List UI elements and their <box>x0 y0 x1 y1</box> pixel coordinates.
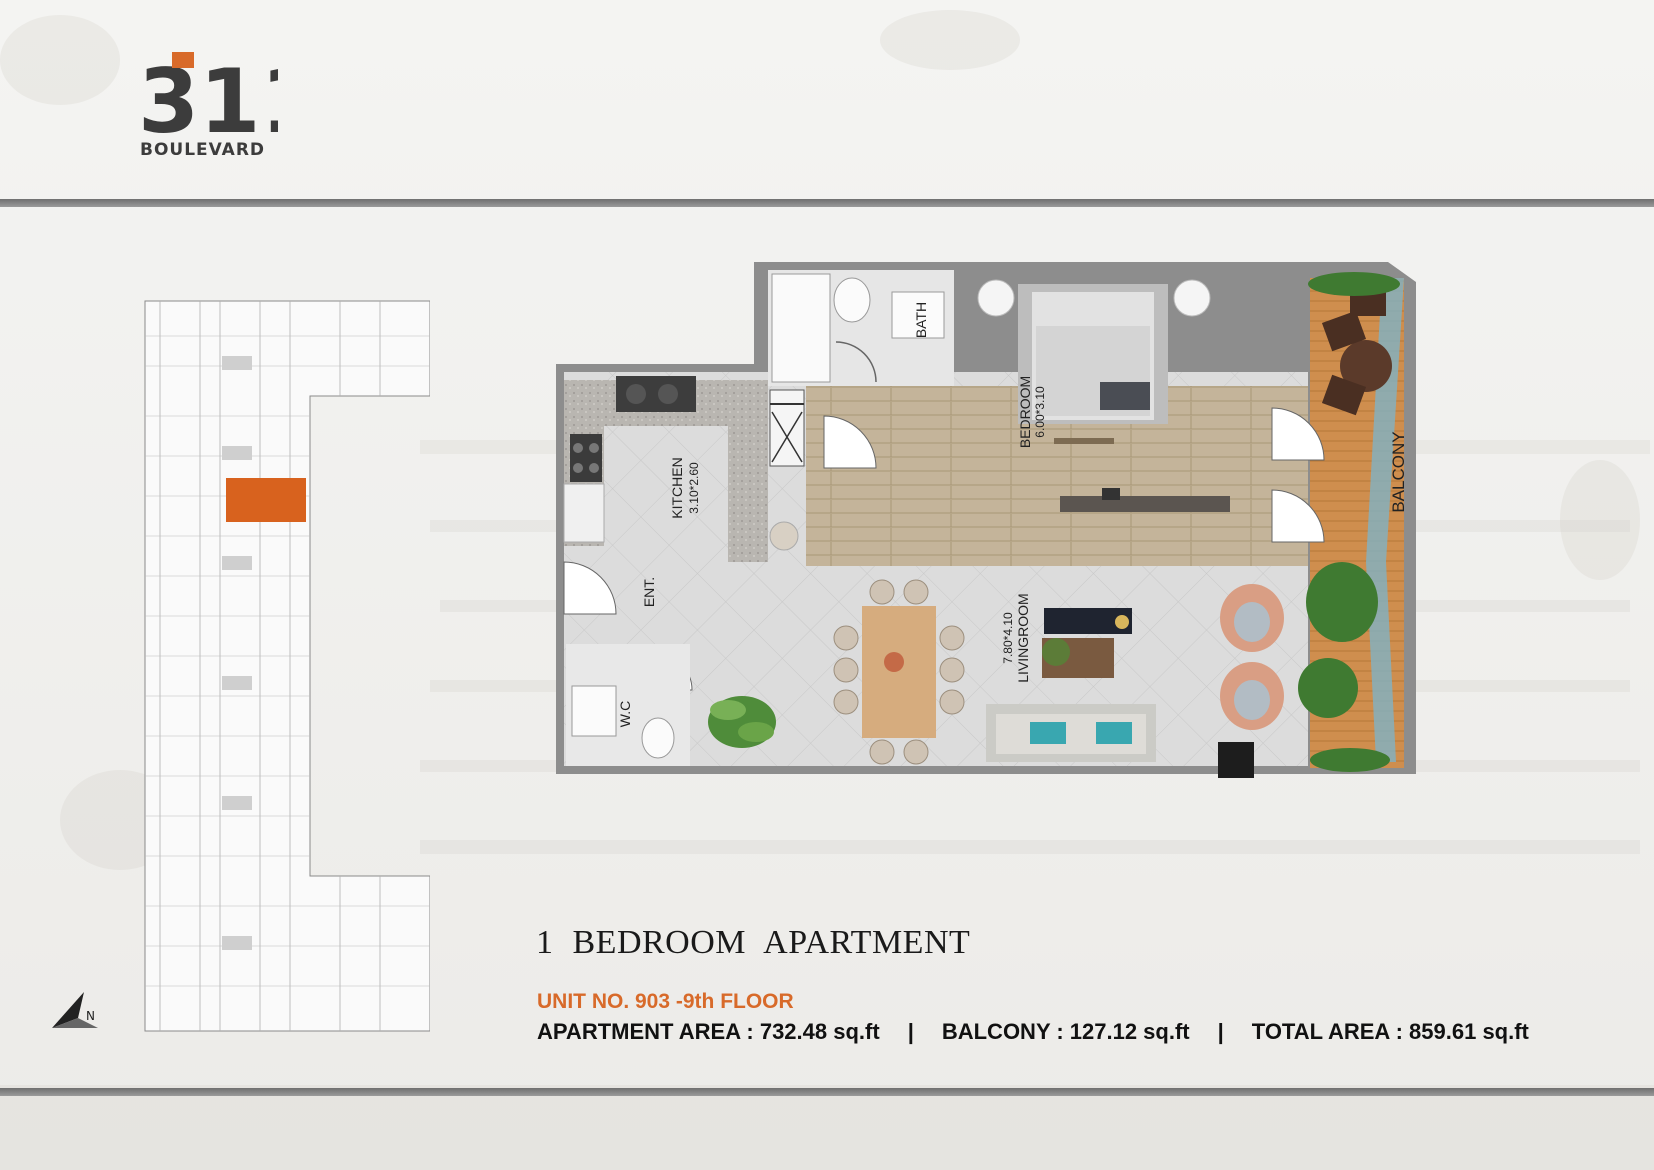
floor-plan: BATH BEDROOM 6.00*3.10 KITCHEN 3.10*2.60… <box>556 262 1416 778</box>
bath-label: BATH <box>913 302 929 338</box>
area-summary: APARTMENT AREA : 732.48 sq.ft | BALCONY : … <box>537 1019 1529 1045</box>
separator: | <box>1217 1019 1224 1044</box>
bedroom-label: BEDROOM <box>1017 376 1033 448</box>
kitchen-size: 3.10*2.60 <box>687 462 701 514</box>
building-key-plan <box>144 300 430 1032</box>
north-arrow-icon: N <box>52 992 98 1028</box>
unit-number: UNIT NO. 903 -9th FLOOR <box>537 990 794 1013</box>
entrance-label: ENT. <box>641 577 657 607</box>
apartment-title: 1 BEDROOM APARTMENT <box>536 924 971 961</box>
bedroom-size: 6.00*3.10 <box>1033 386 1047 438</box>
apartment-area: APARTMENT AREA : 732.48 sq.ft <box>537 1019 880 1044</box>
top-divider <box>0 199 1654 207</box>
balcony-area: BALCONY : 127.12 sq.ft <box>941 1019 1190 1044</box>
separator: | <box>907 1019 914 1044</box>
living-size: 7.80*4.10 <box>1001 612 1015 664</box>
living-label: LIVINGROOM <box>1015 593 1031 682</box>
bottom-divider <box>0 1088 1654 1096</box>
balcony-label: BALCONY <box>1389 431 1408 512</box>
unit-highlight <box>226 478 306 522</box>
brand-name: BOULEVARD <box>140 140 266 160</box>
wc-label: W.C <box>617 701 633 727</box>
north-label: N <box>86 1009 95 1023</box>
kitchen-label: KITCHEN <box>669 457 685 518</box>
total-area: TOTAL AREA : 859.61 sq.ft <box>1251 1019 1529 1044</box>
logo-numeral: 311 <box>138 52 278 153</box>
